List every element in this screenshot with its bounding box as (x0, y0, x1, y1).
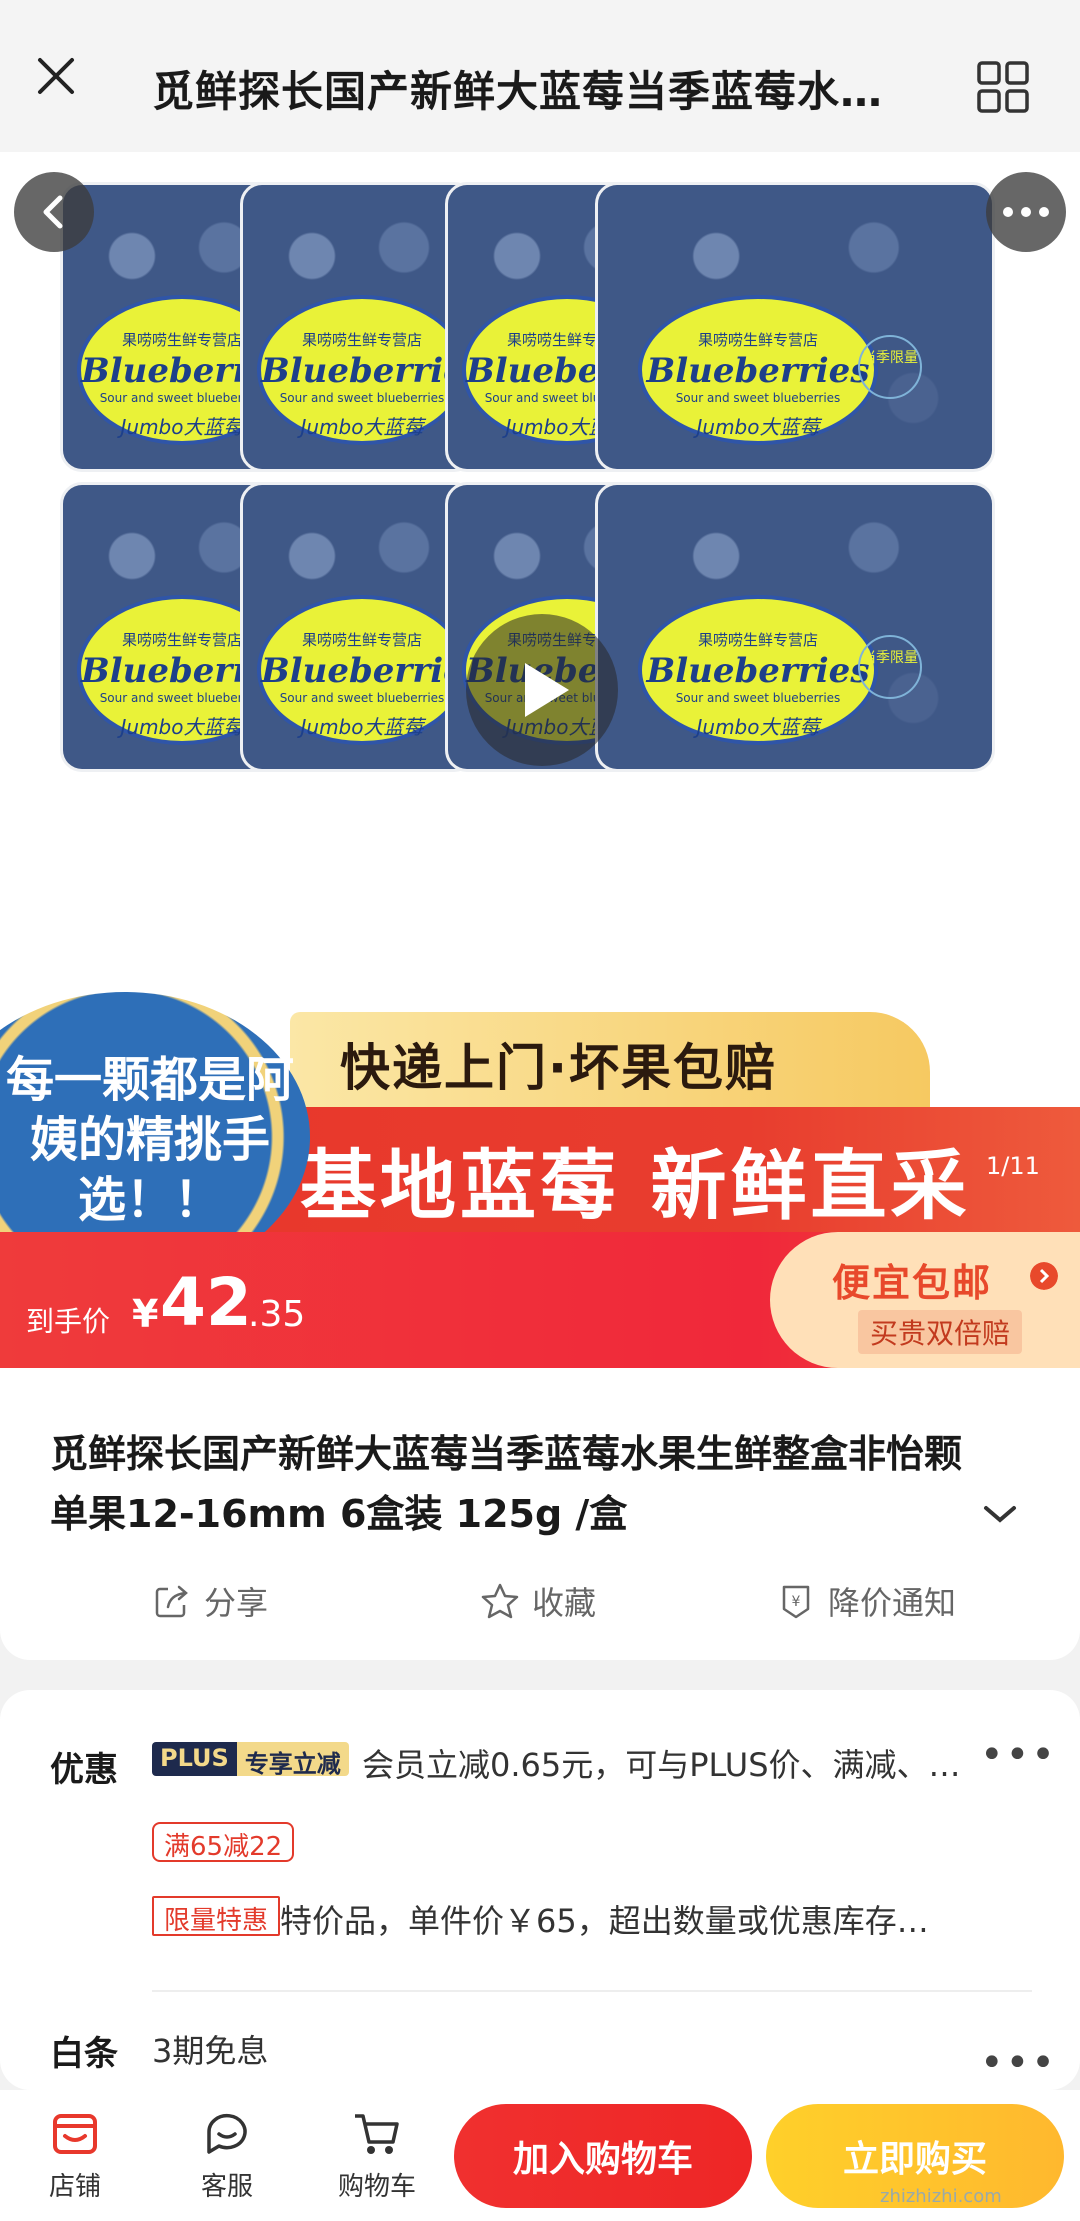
product-title-card: 觅鲜探长国产新鲜大蓝莓当季蓝莓水果生鲜整盒非怡颗 单果12-16mm 6盒装 1… (0, 1368, 1080, 1660)
shopping-cart-icon (355, 2114, 399, 2154)
share-button[interactable]: 分享 (152, 1578, 268, 1624)
chevron-right-circle-icon[interactable] (1030, 1262, 1058, 1290)
close-icon[interactable] (28, 48, 84, 104)
price-guarantee-badge: 买贵双倍赔 (858, 1310, 1023, 1354)
store-icon (53, 2114, 97, 2154)
banner-delivery-text: 快递上门·坏果包赔 (340, 1039, 777, 1097)
price-label: 到手价 (26, 1305, 111, 1338)
page-title: 觅鲜探长国产新鲜大蓝莓当季蓝莓水果生鲜整盒非怡颗 单果12-16mm 6盒装 1… (152, 67, 912, 116)
promotions-heading: 优惠 (50, 1750, 118, 1790)
product-gallery[interactable]: 果唠唠生鲜专营店 Blueberries Sour and sweet bluebe… (0, 152, 1080, 1232)
more-button[interactable] (986, 172, 1066, 252)
more-dots-icon (1003, 207, 1049, 217)
free-shipping-link[interactable]: 便宜包邮 (832, 1252, 992, 1307)
price-integer: 42 (160, 1264, 252, 1341)
price-decimal: .35 (248, 1294, 306, 1335)
svg-text:¥: ¥ (792, 1594, 801, 1610)
share-icon (155, 1585, 188, 1618)
limited-deal-tag: 限量特惠 (152, 1896, 281, 1936)
baitiao-heading: 白条 (50, 2034, 118, 2074)
product-actions: 分享 收藏 ¥ 降价通知 (0, 1578, 1080, 1638)
more-baitiao-icon[interactable]: ••• (980, 2040, 1057, 2086)
video-play-button[interactable] (466, 614, 618, 766)
blueberry-box: 果唠唠生鲜专营店BlueberriesSour and sweet bluebe… (595, 482, 995, 772)
cart-tab[interactable]: 购物车 (322, 2108, 432, 2203)
store-tab[interactable]: 店铺 (20, 2108, 130, 2203)
chevron-left-icon (43, 195, 63, 229)
promotions-card: 优惠 PLUS 专享立减 会员立减0.65元，可与PLUS价、满减、券等优惠叠加… (0, 1690, 1080, 2090)
chat-icon (207, 2113, 247, 2154)
price-tag-icon: ¥ (782, 1585, 810, 1619)
price-alert-button[interactable]: ¥ 降价通知 (776, 1578, 956, 1624)
blueberry-box: 果唠唠生鲜专营店BlueberriesSour and sweet bluebe… (240, 482, 476, 772)
price-currency: ¥ (132, 1292, 159, 1336)
banner-fresh-text: 基地蓝莓 新鲜直采 (300, 1141, 971, 1230)
site-watermark: zhizhizhi.com (880, 2186, 1002, 2207)
plus-discount-text[interactable]: 会员立减0.65元，可与PLUS价、满减、券等优惠叠加使用 (362, 1740, 972, 1786)
customer-service-tab[interactable]: 客服 (172, 2108, 282, 2203)
blueberry-box: 果唠唠生鲜专营店BlueberriesSour and sweet bluebe… (595, 182, 995, 472)
baitiao-text[interactable]: 3期免息 (152, 2026, 268, 2072)
promo-banner: 快递上门·坏果包赔 基地蓝莓 新鲜直采 每一颗都是阿姨的精挑手选！！ (0, 992, 1080, 1232)
play-icon (525, 663, 569, 717)
price-alert-label: 降价通知 (828, 1584, 957, 1622)
product-photo: 果唠唠生鲜专营店 Blueberries Sour and sweet bluebe… (0, 152, 1080, 972)
blueberry-box: 果唠唠生鲜专营店BlueberriesSour and sweet bluebe… (240, 182, 476, 472)
back-button[interactable] (14, 172, 94, 252)
favorite-label: 收藏 (532, 1584, 597, 1622)
banner-badge-text: 每一颗都是阿姨的精挑手选！！ (5, 1052, 294, 1228)
product-name: 觅鲜探长国产新鲜大蓝莓当季蓝莓水果生鲜整盒非怡颗 单果12-16mm 6盒装 1… (50, 1432, 963, 1536)
favorite-button[interactable]: 收藏 (480, 1578, 596, 1624)
chevron-down-icon[interactable] (980, 1498, 1020, 1528)
share-label: 分享 (204, 1584, 269, 1622)
gallery-pager: 1/11 (986, 1152, 1040, 1180)
store-label: 店铺 (48, 2172, 101, 2202)
limited-deal-text[interactable]: 特价品，单件价￥65，超出数量或优惠库存将以原价购买 (280, 1896, 960, 1942)
grid-menu-icon[interactable] (976, 60, 1030, 114)
star-icon (481, 1583, 519, 1619)
top-bar: 觅鲜探长国产新鲜大蓝莓当季蓝莓水果生鲜整盒非怡颗 单果12-16mm 6盒装 1… (0, 0, 1080, 152)
plus-member-badge: PLUS 专享立减 (152, 1742, 349, 1778)
price-strip: 到手价 ¥ 42 .35 便宜包邮 买贵双倍赔 (0, 1232, 1080, 1368)
more-promotions-icon[interactable]: ••• (980, 1732, 1057, 1778)
divider (152, 1990, 1032, 1992)
add-to-cart-button[interactable]: 加入购物车 (454, 2104, 752, 2208)
cart-label: 购物车 (337, 2172, 416, 2202)
coupon-tag[interactable]: 满65减22 (152, 1822, 295, 1862)
customer-service-label: 客服 (200, 2172, 253, 2202)
